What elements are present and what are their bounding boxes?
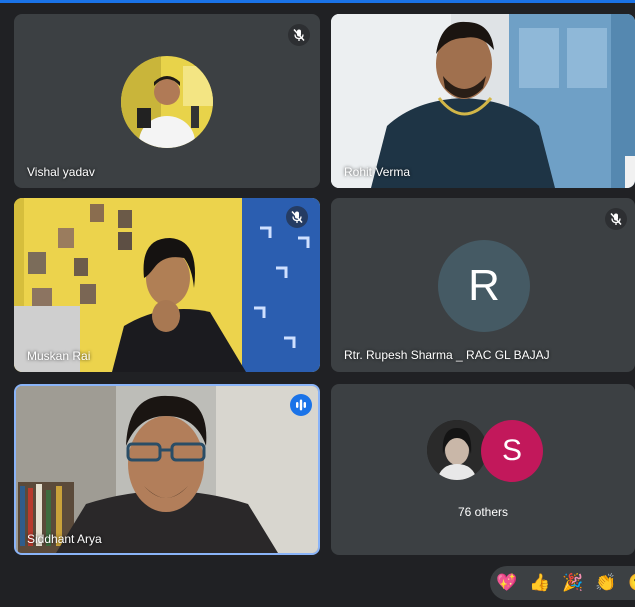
muted-mic-icon: [288, 24, 310, 46]
participant-video: [16, 386, 318, 553]
reaction-clap-button[interactable]: 👏: [593, 571, 619, 595]
reactions-bar: 💖 👍 🎉 👏 😮: [490, 566, 635, 600]
muted-mic-icon: [286, 206, 308, 228]
reaction-party-button[interactable]: 🎉: [560, 571, 586, 595]
participant-tile-rohit[interactable]: Rohit Verma: [331, 14, 635, 188]
avatar: [427, 420, 487, 480]
participant-tile-rupesh[interactable]: R Rtr. Rupesh Sharma _ RAC GL BAJAJ: [331, 198, 635, 372]
participant-tile-vishal[interactable]: Vishal yadav: [14, 14, 320, 188]
participant-tile-siddhant[interactable]: Siddhant Arya: [14, 384, 320, 555]
participant-name: Muskan Rai: [27, 349, 91, 363]
avatar: R: [438, 240, 530, 332]
participant-video: [14, 198, 320, 372]
reaction-thumbs-up-button[interactable]: 👍: [527, 571, 553, 595]
avatar: S: [481, 420, 543, 482]
participant-name: Vishal yadav: [27, 165, 95, 179]
participant-name: Rtr. Rupesh Sharma _ RAC GL BAJAJ: [344, 348, 550, 362]
speaking-indicator-icon: [290, 394, 312, 416]
participant-name: Siddhant Arya: [27, 532, 102, 546]
muted-mic-icon: [605, 208, 627, 230]
others-tile[interactable]: S 76 others: [331, 384, 635, 555]
participant-tile-muskan[interactable]: Muskan Rai: [14, 198, 320, 372]
participant-name: Rohit Verma: [344, 165, 411, 179]
participant-video: [331, 14, 635, 188]
top-progress-line: [0, 0, 635, 3]
avatar: [121, 56, 213, 148]
reaction-surprised-button[interactable]: 😮: [626, 571, 635, 595]
reaction-heart-button[interactable]: 💖: [494, 571, 520, 595]
others-count-label: 76 others: [457, 505, 509, 519]
